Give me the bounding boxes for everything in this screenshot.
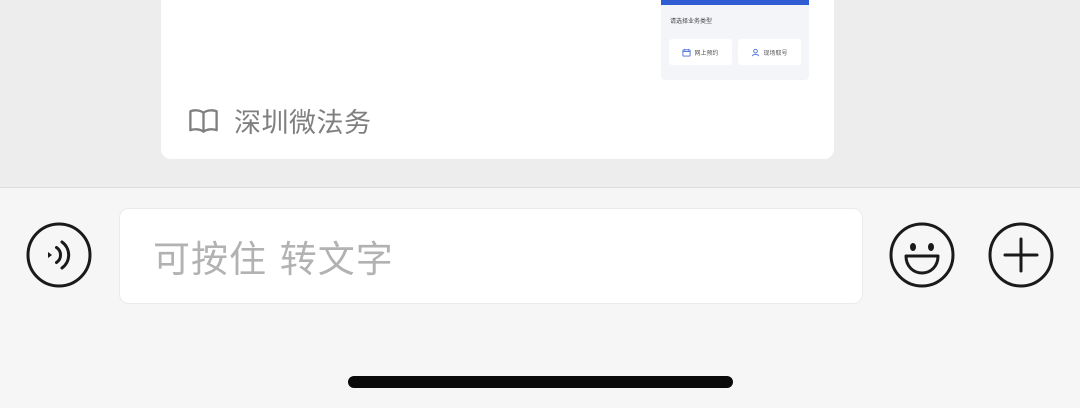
thumbnail-option-label: 网上预约 — [694, 49, 719, 57]
message-input[interactable]: 可按住 转文字 — [119, 208, 863, 304]
card-source: 深圳微法务 — [187, 102, 372, 139]
thumbnail-title: 请选择业务类型 — [670, 18, 713, 25]
thumbnail-option-label: 现场取号 — [763, 49, 788, 57]
book-open-icon — [189, 108, 218, 133]
voice-mode-icon — [26, 222, 92, 288]
home-indicator[interactable] — [348, 376, 733, 388]
thumbnail-option-online: 网上预约 — [669, 39, 732, 65]
emoji-button[interactable] — [889, 222, 955, 288]
emoji-smile-icon — [889, 222, 955, 288]
calendar-icon — [682, 48, 692, 57]
thumbnail-header-bar — [661, 0, 809, 5]
person-icon — [752, 48, 760, 56]
input-toolbar: 可按住 转文字 — [0, 188, 1080, 408]
thumbnail-option-onsite: 现场取号 — [738, 39, 801, 65]
card-thumbnail: 请选择业务类型 网上预约 现场取号 — [661, 0, 809, 80]
card-source-name: 深圳微法务 — [234, 107, 372, 139]
chat-area: 请选择业务类型 网上预约 现场取号 深圳微法务 — [0, 0, 1080, 188]
more-functions-button[interactable] — [988, 222, 1054, 288]
link-card-message[interactable]: 请选择业务类型 网上预约 现场取号 深圳微法务 — [161, 0, 834, 159]
plus-circle-icon — [988, 222, 1054, 288]
voice-mode-button[interactable] — [26, 222, 92, 288]
message-input-placeholder: 可按住 转文字 — [153, 238, 394, 281]
